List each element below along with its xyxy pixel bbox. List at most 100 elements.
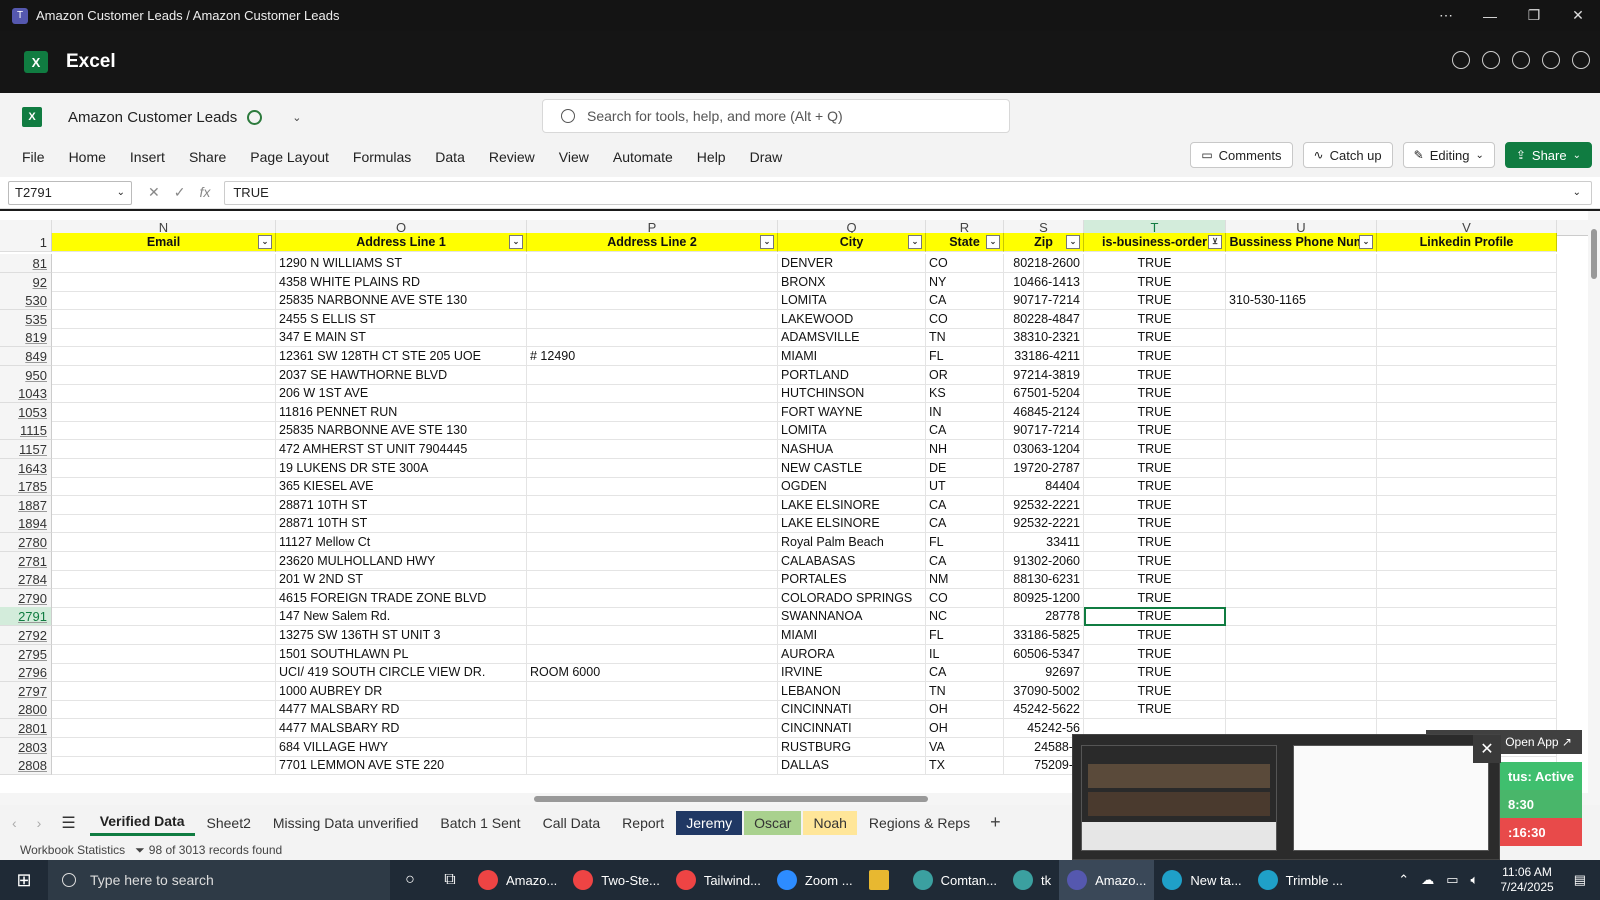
cell-address-line-2-col[interactable]: # 12490 <box>527 347 778 366</box>
cell-state-col[interactable]: FL <box>926 533 1004 552</box>
clock[interactable]: 11:06 AM 7/24/2025 <box>1500 865 1553 895</box>
cell-is-business-order-col[interactable]: TRUE <box>1084 365 1226 385</box>
cell-address-line-2-col[interactable] <box>527 254 778 273</box>
cell-linkedin-col[interactable] <box>1377 514 1557 534</box>
cell-business-phone-col[interactable] <box>1226 570 1377 590</box>
prev-sheet-icon[interactable]: ‹ <box>12 815 17 831</box>
cell-business-phone-col[interactable] <box>1226 533 1377 552</box>
cell-is-business-order-col[interactable]: TRUE <box>1084 533 1226 552</box>
cell-is-business-order-col[interactable]: TRUE <box>1084 272 1226 292</box>
add-sheet-icon[interactable]: + <box>990 812 1001 833</box>
cell-city-col[interactable]: CINCINNATI <box>778 700 926 720</box>
cell-linkedin-col[interactable] <box>1377 291 1557 311</box>
cell-linkedin-col[interactable] <box>1377 458 1557 478</box>
row-number[interactable]: 1785 <box>0 477 52 497</box>
cell-is-business-order-col[interactable]: TRUE <box>1084 477 1226 497</box>
cell-is-business-order-col[interactable]: TRUE <box>1084 551 1226 571</box>
cell-state-col[interactable]: CA <box>926 421 1004 441</box>
formula-input[interactable]: TRUE ⌄ <box>224 180 1592 205</box>
cell-zip-col[interactable]: 33186-5825 <box>1004 626 1084 645</box>
cell-email-col[interactable] <box>52 402 276 422</box>
cell-linkedin-col[interactable] <box>1377 626 1557 645</box>
filter-dropdown-icon[interactable]: ⌄ <box>760 235 774 249</box>
cell-state-col[interactable]: OH <box>926 719 1004 738</box>
cell-address-line-2-col[interactable] <box>527 700 778 720</box>
row-number[interactable]: 2808 <box>0 756 52 776</box>
cell-email-col[interactable] <box>52 663 276 683</box>
cell-address-line-2-col[interactable] <box>527 495 778 515</box>
cell-city-col[interactable]: LAKEWOOD <box>778 309 926 329</box>
row-number[interactable]: 92 <box>0 272 52 292</box>
filter-dropdown-icon[interactable]: ⌄ <box>1359 235 1373 249</box>
cell-is-business-order-col[interactable]: TRUE <box>1084 421 1226 441</box>
cell-zip-col[interactable]: 90717-7214 <box>1004 421 1084 441</box>
cell-state-col[interactable]: CA <box>926 663 1004 683</box>
cell-state-col[interactable]: CA <box>926 291 1004 311</box>
cell-address-line-1-col[interactable]: 19 LUKENS DR STE 300A <box>276 458 527 478</box>
close-icon[interactable]: ✕ <box>1473 735 1501 763</box>
preview-thumbnail[interactable] <box>1293 745 1489 851</box>
row-number[interactable]: 2790 <box>0 588 52 608</box>
cell-linkedin-col[interactable] <box>1377 551 1557 571</box>
row-number[interactable]: 2796 <box>0 663 52 683</box>
cell-state-col[interactable]: FL <box>926 347 1004 366</box>
cell-business-phone-col[interactable] <box>1226 477 1377 497</box>
tab-batch1[interactable]: Batch 1 Sent <box>430 811 530 835</box>
cell-address-line-2-col[interactable] <box>527 328 778 348</box>
cell-address-line-2-col[interactable] <box>527 291 778 311</box>
cell-address-line-2-col[interactable] <box>527 514 778 534</box>
cell-city-col[interactable]: PORTLAND <box>778 365 926 385</box>
cell-city-col[interactable]: COLORADO SPRINGS <box>778 588 926 608</box>
header-cell-state-col[interactable]: State ⌄ <box>926 233 1004 252</box>
cell-city-col[interactable]: BRONX <box>778 272 926 292</box>
cell-business-phone-col[interactable] <box>1226 663 1377 683</box>
cell-email-col[interactable] <box>52 309 276 329</box>
taskbar-app-zoom[interactable]: Zoom ... <box>769 860 861 900</box>
cell-email-col[interactable] <box>52 700 276 720</box>
cell-zip-col[interactable]: 19720-2787 <box>1004 458 1084 478</box>
cell-email-col[interactable] <box>52 365 276 385</box>
cell-address-line-1-col[interactable]: 25835 NARBONNE AVE STE 130 <box>276 421 527 441</box>
cell-is-business-order-col[interactable]: TRUE <box>1084 570 1226 590</box>
search-input[interactable]: Search for tools, help, and more (Alt + … <box>542 99 1010 133</box>
cell-is-business-order-col[interactable]: TRUE <box>1084 700 1226 720</box>
cell-address-line-1-col[interactable]: 4615 FOREIGN TRADE ZONE BLVD <box>276 588 527 608</box>
cell-email-col[interactable] <box>52 421 276 441</box>
cell-zip-col[interactable]: 92532-2221 <box>1004 514 1084 534</box>
row-number[interactable]: 535 <box>0 309 52 329</box>
cell-address-line-2-col[interactable] <box>527 644 778 664</box>
cell-address-line-2-col[interactable] <box>527 681 778 701</box>
cell-city-col[interactable]: LEBANON <box>778 681 926 701</box>
cancel-icon[interactable]: ✕ <box>148 184 160 201</box>
cell-zip-col[interactable]: 28778 <box>1004 607 1084 627</box>
menu-view[interactable]: View <box>547 149 601 165</box>
header-cell-linkedin-col[interactable]: Linkedin Profile <box>1377 233 1557 252</box>
next-sheet-icon[interactable]: › <box>37 815 42 831</box>
cell-address-line-2-col[interactable]: ROOM 6000 <box>527 663 778 683</box>
expand-icon[interactable]: ⌄ <box>1573 187 1581 198</box>
check-icon[interactable]: ✓ <box>174 184 186 201</box>
filter-dropdown-icon[interactable]: ⌄ <box>908 235 922 249</box>
cell-city-col[interactable]: PORTALES <box>778 570 926 590</box>
cell-address-line-1-col[interactable]: 201 W 2ND ST <box>276 570 527 590</box>
cell-business-phone-col[interactable] <box>1226 681 1377 701</box>
cell-email-col[interactable] <box>52 551 276 571</box>
cell-email-col[interactable] <box>52 607 276 627</box>
cell-email-col[interactable] <box>52 588 276 608</box>
taskbar-app-chrome-amazon[interactable]: Amazo... <box>470 860 565 900</box>
cell-email-col[interactable] <box>52 254 276 273</box>
cell-email-col[interactable] <box>52 328 276 348</box>
cell-address-line-2-col[interactable] <box>527 365 778 385</box>
tab-call-data[interactable]: Call Data <box>533 811 611 835</box>
cell-business-phone-col[interactable] <box>1226 607 1377 627</box>
cell-linkedin-col[interactable] <box>1377 421 1557 441</box>
row-number[interactable]: 2803 <box>0 737 52 757</box>
cell-zip-col[interactable]: 97214-3819 <box>1004 365 1084 385</box>
cell-email-col[interactable] <box>52 681 276 701</box>
filter-dropdown-icon[interactable]: ⌄ <box>1066 235 1080 249</box>
cell-linkedin-col[interactable] <box>1377 365 1557 385</box>
row-number[interactable]: 1115 <box>0 421 52 441</box>
cell-city-col[interactable]: ADAMSVILLE <box>778 328 926 348</box>
cell-is-business-order-col[interactable]: TRUE <box>1084 626 1226 645</box>
tab-jeremy[interactable]: Jeremy <box>676 810 743 835</box>
